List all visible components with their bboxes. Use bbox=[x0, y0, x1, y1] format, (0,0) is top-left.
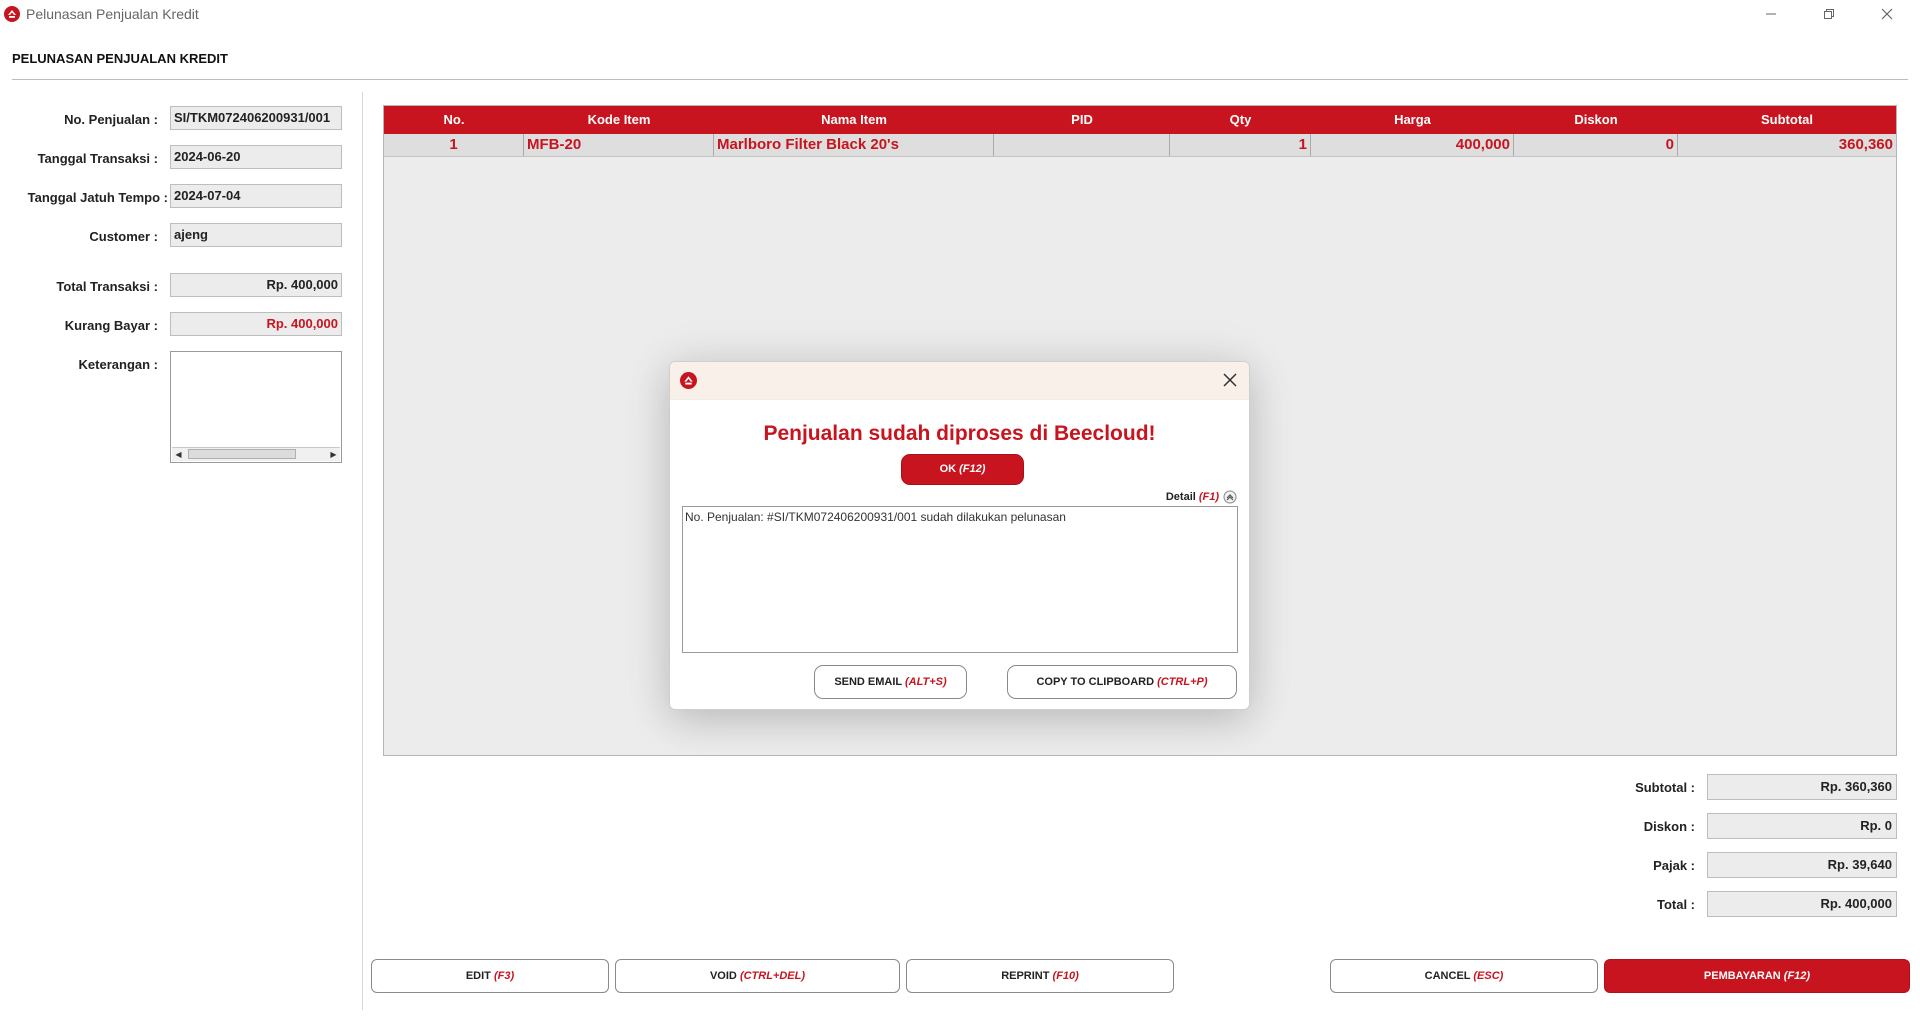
total-label: Total : bbox=[1656, 897, 1695, 912]
column-header-kode-item: Kode Item bbox=[587, 112, 651, 127]
scrollbar-thumb[interactable] bbox=[188, 449, 296, 459]
minimize-button[interactable] bbox=[1748, 0, 1794, 28]
beecloud-logo-icon bbox=[680, 372, 697, 389]
app-logo-icon bbox=[4, 6, 20, 22]
cell-nama-item: Marlboro Filter Black 20's bbox=[714, 134, 994, 156]
column-header-harga: Harga bbox=[1394, 112, 1431, 127]
total-transaksi-label: Total Transaksi : bbox=[56, 279, 158, 294]
edit-button[interactable]: EDIT (F3) bbox=[371, 959, 609, 993]
column-header-qty: Qty bbox=[1229, 112, 1252, 127]
window-titlebar: Pelunasan Penjualan Kredit bbox=[0, 0, 1920, 28]
copy-to-clipboard-button[interactable]: COPY TO CLIPBOARD (CTRL+P) bbox=[1007, 665, 1237, 699]
customer-label: Customer : bbox=[89, 229, 158, 244]
scroll-right-icon[interactable]: ▶ bbox=[327, 448, 340, 461]
kurang-bayar-label: Kurang Bayar : bbox=[64, 318, 158, 333]
tanggal-transaksi-field[interactable]: 2024-06-20 bbox=[170, 145, 342, 169]
window-title: Pelunasan Penjualan Kredit bbox=[26, 6, 199, 22]
restore-icon bbox=[1824, 9, 1834, 19]
pajak-field: Rp. 39,640 bbox=[1707, 852, 1897, 878]
void-button-label: VOID bbox=[709, 970, 737, 982]
detail-toggle[interactable]: Detail (F1) bbox=[1166, 490, 1237, 504]
reprint-button[interactable]: REPRINT (F10) bbox=[906, 959, 1174, 993]
pajak-label: Pajak : bbox=[1653, 858, 1695, 873]
copy-to-clipboard-hotkey: (CTRL+P) bbox=[1157, 676, 1208, 688]
total-field: Rp. 400,000 bbox=[1707, 891, 1897, 917]
send-email-button[interactable]: SEND EMAIL (ALT+S) bbox=[814, 665, 967, 699]
cancel-button-label: CANCEL bbox=[1424, 970, 1471, 982]
detail-label: Detail bbox=[1165, 491, 1196, 503]
dialog-message: Penjualan sudah diproses di Beecloud! bbox=[763, 422, 1156, 445]
diskon-label: Diskon : bbox=[1643, 819, 1695, 834]
void-button[interactable]: VOID (CTRL+DEL) bbox=[615, 959, 900, 993]
pembayaran-hotkey: (F12) bbox=[1783, 970, 1811, 982]
diskon-field: Rp. 0 bbox=[1707, 813, 1897, 839]
chevron-up-circle-icon bbox=[1223, 490, 1237, 504]
cell-pid bbox=[994, 134, 1170, 156]
subtotal-field: Rp. 360,360 bbox=[1707, 774, 1897, 800]
ok-button-label: OK bbox=[939, 463, 957, 475]
column-header-subtotal: Subtotal bbox=[1761, 112, 1813, 127]
close-icon bbox=[1881, 8, 1893, 20]
cell-subtotal: 360,360 bbox=[1838, 136, 1893, 153]
cell-kode-item: MFB-20 bbox=[524, 134, 714, 156]
copy-to-clipboard-label: COPY TO CLIPBOARD bbox=[1036, 676, 1155, 688]
edit-button-label: EDIT bbox=[465, 970, 491, 982]
no-penjualan-field[interactable]: SI/TKM072406200931/001 bbox=[170, 106, 342, 130]
panel-divider bbox=[362, 92, 363, 1010]
detail-text-area[interactable]: No. Penjualan: #SI/TKM072406200931/001 s… bbox=[682, 506, 1238, 653]
tanggal-transaksi-label: Tanggal Transaksi : bbox=[37, 151, 158, 166]
pembayaran-button[interactable]: PEMBAYARAN (F12) bbox=[1604, 959, 1910, 993]
customer-field[interactable]: ajeng bbox=[170, 223, 342, 247]
void-hotkey: (CTRL+DEL) bbox=[739, 970, 806, 982]
cancel-hotkey: (ESC) bbox=[1473, 970, 1504, 982]
send-email-hotkey: (ALT+S) bbox=[905, 676, 947, 688]
tanggal-jatuh-tempo-label: Tanggal Jatuh Tempo : bbox=[27, 190, 168, 205]
minimize-icon bbox=[1766, 13, 1776, 15]
no-penjualan-label: No. Penjualan : bbox=[64, 112, 158, 127]
close-icon[interactable] bbox=[1221, 371, 1239, 389]
header-divider bbox=[12, 79, 1908, 80]
pembayaran-button-label: PEMBAYARAN bbox=[1703, 970, 1781, 982]
detail-hotkey: (F1) bbox=[1198, 491, 1219, 503]
column-header-nama-item: Nama Item bbox=[821, 112, 887, 127]
restore-button[interactable] bbox=[1806, 0, 1852, 28]
page-title: PELUNASAN PENJUALAN KREDIT bbox=[12, 51, 228, 66]
table-header: No. Kode Item Nama Item PID Qty Harga Di… bbox=[384, 106, 1896, 134]
cancel-button[interactable]: CANCEL (ESC) bbox=[1330, 959, 1598, 993]
subtotal-label: Subtotal : bbox=[1635, 780, 1695, 795]
send-email-label: SEND EMAIL bbox=[834, 676, 902, 688]
keterangan-textarea[interactable]: ◀ ▶ bbox=[170, 351, 342, 463]
notification-dialog: Penjualan sudah diproses di Beecloud! OK… bbox=[669, 361, 1250, 710]
edit-hotkey: (F3) bbox=[493, 970, 515, 982]
reprint-hotkey: (F10) bbox=[1052, 970, 1079, 982]
table-row[interactable]: 1 MFB-20 Marlboro Filter Black 20's 1 40… bbox=[384, 134, 1896, 157]
cell-harga: 400,000 bbox=[1311, 134, 1514, 156]
keterangan-label: Keterangan : bbox=[78, 357, 158, 372]
tanggal-jatuh-tempo-field[interactable]: 2024-07-04 bbox=[170, 184, 342, 208]
cell-diskon: 0 bbox=[1514, 134, 1678, 156]
ok-hotkey: (F12) bbox=[959, 463, 986, 475]
kurang-bayar-field: Rp. 400,000 bbox=[170, 312, 342, 336]
horizontal-scrollbar[interactable]: ◀ ▶ bbox=[172, 447, 340, 461]
cell-qty: 1 bbox=[1170, 134, 1311, 156]
reprint-button-label: REPRINT bbox=[1001, 970, 1050, 982]
column-header-pid: PID bbox=[1071, 112, 1093, 127]
column-header-diskon: Diskon bbox=[1574, 112, 1618, 127]
cell-no: 1 bbox=[384, 134, 524, 156]
dialog-header bbox=[670, 362, 1249, 400]
scroll-left-icon[interactable]: ◀ bbox=[172, 448, 185, 461]
column-header-no: No. bbox=[443, 112, 465, 127]
total-transaksi-field: Rp. 400,000 bbox=[170, 273, 342, 297]
close-window-button[interactable] bbox=[1864, 0, 1910, 28]
ok-button[interactable]: OK (F12) bbox=[901, 454, 1024, 485]
